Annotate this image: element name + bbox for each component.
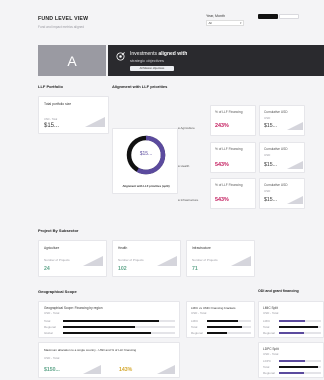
odi-card-1: LMIC Split USD - Total LMIC Total Region… <box>258 301 324 338</box>
page-subtitle: Fund and impact metrics aligned <box>38 25 85 29</box>
bar-fill <box>279 366 319 368</box>
bar-fill <box>63 320 160 322</box>
alignment-usd-sparkline-3 <box>287 196 303 204</box>
odi-card2-bar-1 <box>279 360 321 362</box>
geo-max-allocation-card: Maximum allocation to a single country -… <box>38 342 180 378</box>
odi-card1-bar-1 <box>279 320 321 322</box>
geo-region-bar-1 <box>63 320 175 322</box>
alignment-pct-value-1: 243% <box>215 123 229 129</box>
subsector-card-health: Health Number of Projects 102 <box>112 240 181 277</box>
geo-max-pct-value: 143% <box>119 367 133 373</box>
alignment-usd-card-3: Cumulative USD USD $15... <box>259 178 305 209</box>
bar-fill <box>207 332 228 334</box>
geo-region-bar-2 <box>63 326 175 328</box>
subsector-sparkline-health <box>157 256 177 266</box>
subsector-sparkline-agriculture <box>83 256 103 266</box>
bar-fill <box>279 320 306 322</box>
portfolio-size-title: Total portfolio size <box>44 102 72 106</box>
donut-caption: Alignment with LLF priorities (split) <box>122 184 170 188</box>
page-title: FUND LEVEL VIEW <box>38 16 89 22</box>
toggle-right-button[interactable] <box>279 14 299 19</box>
alignment-usd-value-2: $15... <box>264 162 277 168</box>
alignment-title: Alignment with LLF priorities <box>112 84 168 89</box>
alignment-pct-card-1: % of LLF Financing 243% <box>210 105 256 136</box>
subsector-sparkline-infrastructure <box>231 256 251 266</box>
geo-bracket-bar-1 <box>207 320 251 322</box>
portfolio-size-value: $15... <box>44 123 60 129</box>
alignment-pct-card-2: % of LLF Financing 543% <box>210 142 256 173</box>
alignment-usd-card-1: Cumulative USD USD $15... <box>259 105 305 136</box>
target-icon <box>116 52 125 61</box>
subsector-card-agriculture: Agriculture Number of Projects 24 <box>38 240 107 277</box>
odi-card-2: LDPC Split USD - Total LDPC Total Region… <box>258 342 324 378</box>
year-month-select[interactable]: All ▾ <box>206 20 244 26</box>
bar-fill <box>279 326 319 328</box>
geo-max-usd-value: $150... <box>44 367 60 373</box>
bar-fill <box>279 372 305 374</box>
alignment-legend-health: ● Health <box>178 164 190 168</box>
subsector-card-infrastructure: Infrastructure Number of Projects 71 <box>186 240 255 277</box>
alignment-usd-card-2: Cumulative USD USD $15... <box>259 142 305 173</box>
chevron-down-icon: ▾ <box>239 21 242 25</box>
odi-card2-bar-2 <box>279 366 321 368</box>
alignment-usd-sparkline-1 <box>287 122 303 130</box>
odi-card1-bar-2 <box>279 326 321 328</box>
odi-card1-bar-3 <box>279 332 321 334</box>
bar-fill <box>207 326 243 328</box>
year-month-label: Year, Month <box>206 14 226 18</box>
alignment-pct-value-3: 543% <box>215 197 229 203</box>
odi-title: ODI and grant financing <box>258 289 299 293</box>
alignment-usd-value-3: $15... <box>264 197 277 203</box>
bar-fill <box>63 326 135 328</box>
geo-brackets-card: LMIC vs UMIC financing brackets USD - To… <box>186 301 255 338</box>
odi-card2-bar-3 <box>279 372 321 374</box>
subsector-title: Project By Subsector <box>38 228 79 233</box>
hero-avatar-tile: A <box>38 45 106 76</box>
bar-fill <box>207 320 238 322</box>
alignment-pct-value-2: 543% <box>215 162 229 168</box>
alignment-legend-infrastructure: ● Infrastructure <box>178 198 199 202</box>
portfolio-size-sparkline <box>85 117 105 127</box>
subsector-value-agriculture: 24 <box>44 266 50 272</box>
hero-avatar-letter: A <box>67 52 77 69</box>
bar-fill <box>279 360 306 362</box>
year-month-value: All <box>208 21 212 25</box>
bar-fill <box>279 332 305 334</box>
alignment-legend-agriculture: ● Agriculture <box>178 126 195 130</box>
alignment-usd-value-1: $15... <box>264 123 277 129</box>
llf-portfolio-title: LLF Portfolio <box>38 84 63 89</box>
hero-statement: Investments aligned with <box>130 51 188 57</box>
mission-objectives-button[interactable]: All Mission objectives <box>130 66 174 71</box>
subsector-value-health: 102 <box>118 266 127 272</box>
portfolio-size-card: Total portfolio size USD - Total $15... <box>38 96 109 134</box>
subsector-value-infrastructure: 71 <box>192 266 198 272</box>
toggle-left-button[interactable] <box>258 14 278 19</box>
geo-regions-card: Geographical Scope: Financing by region … <box>38 301 180 338</box>
alignment-pct-card-3: % of LLF Financing 543% <box>210 178 256 209</box>
portfolio-size-sub: USD - Total <box>44 118 58 121</box>
geo-bracket-bar-2 <box>207 326 251 328</box>
geo-title: Geographical Scope <box>38 289 77 294</box>
donut-center-value: $15... <box>139 151 153 157</box>
bar-fill <box>63 332 152 334</box>
geo-region-bar-3 <box>63 332 175 334</box>
alignment-donut-card: $15... Alignment with LLF priorities (sp… <box>112 128 178 194</box>
alignment-usd-sparkline-2 <box>287 161 303 169</box>
geo-max-sparkline-2 <box>157 365 175 374</box>
geo-max-sparkline-1 <box>83 365 101 374</box>
geo-bracket-bar-3 <box>207 332 251 334</box>
hero-statement-line2: strategic objectives <box>130 58 165 63</box>
